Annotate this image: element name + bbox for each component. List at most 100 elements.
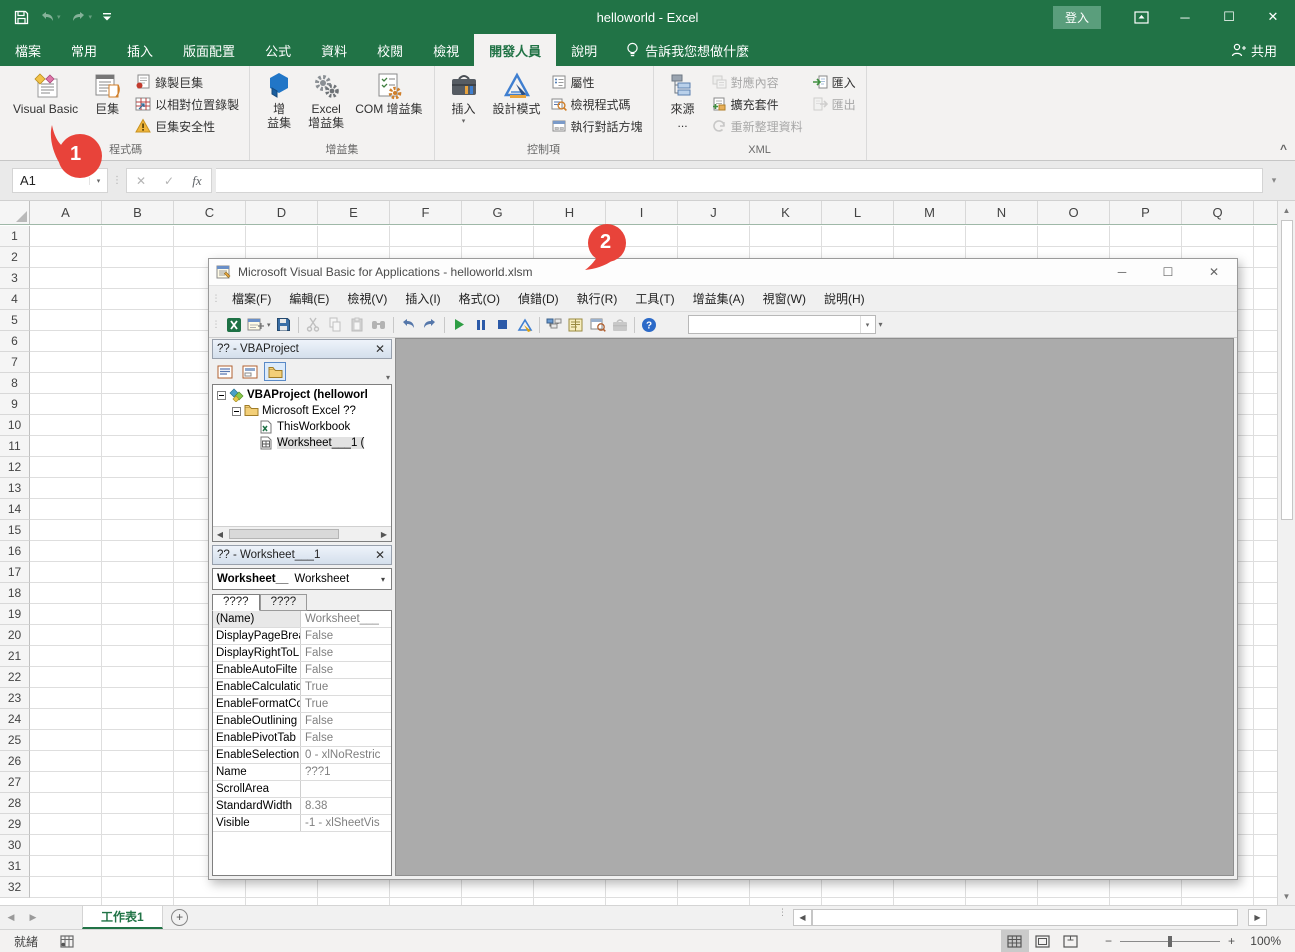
toolbar-overflow-icon[interactable]: ▾ (879, 320, 883, 329)
ribbon-tab-3[interactable]: 版面配置 (168, 34, 250, 66)
formula-input[interactable] (216, 168, 1263, 193)
view-code-icon[interactable] (214, 362, 236, 381)
row-header-9[interactable]: 9 (0, 394, 30, 415)
vba-menu-item-0[interactable]: 檔案(F) (223, 286, 280, 311)
zoom-slider[interactable] (1120, 941, 1220, 942)
record-macro-button[interactable]: 錄製巨集 (131, 71, 243, 93)
zoom-out-icon[interactable]: − (1105, 934, 1112, 948)
row-header-26[interactable]: 26 (0, 751, 30, 772)
view-object-icon[interactable] (239, 362, 261, 381)
row-header-29[interactable]: 29 (0, 814, 30, 835)
scroll-up-icon[interactable]: ▲ (1278, 201, 1295, 219)
scroll-down-icon[interactable]: ▼ (1278, 887, 1295, 905)
zoom-percentage[interactable]: 100% (1235, 934, 1281, 948)
column-header-N[interactable]: N (966, 201, 1038, 224)
property-row-EnableFormatCo[interactable]: EnableFormatCoTrue (213, 696, 391, 713)
insert-function-icon[interactable]: fx (183, 173, 211, 189)
page-layout-view-button[interactable] (1029, 930, 1057, 952)
row-header-8[interactable]: 8 (0, 373, 30, 394)
run-icon[interactable] (449, 315, 469, 335)
row-header-7[interactable]: 7 (0, 352, 30, 373)
column-header-K[interactable]: K (750, 201, 822, 224)
vba-close-button[interactable]: ✕ (1191, 259, 1237, 285)
vba-menu-item-9[interactable]: 視窗(W) (754, 286, 815, 311)
column-header-I[interactable]: I (606, 201, 678, 224)
row-header-22[interactable]: 22 (0, 667, 30, 688)
property-row-EnableSelection[interactable]: EnableSelection0 - xlNoRestric (213, 747, 391, 764)
add-ins-button[interactable]: 增益集 (256, 69, 302, 132)
macros-button[interactable]: 巨集 (84, 69, 130, 118)
maximize-button[interactable]: ☐ (1207, 0, 1251, 34)
insert-userform-icon[interactable] (246, 315, 266, 335)
column-header-L[interactable]: L (822, 201, 894, 224)
column-header-G[interactable]: G (462, 201, 534, 224)
import-button[interactable]: 匯入 (808, 71, 860, 93)
properties-close-icon[interactable]: ✕ (373, 548, 387, 562)
zoom-slider-thumb[interactable] (1168, 936, 1172, 947)
ribbon-tab-9[interactable]: 說明 (556, 34, 612, 66)
property-row-EnableAutoFilte[interactable]: EnableAutoFilteFalse (213, 662, 391, 679)
row-header-5[interactable]: 5 (0, 310, 30, 331)
project-tree-hscrollbar[interactable]: ◀ ▶ (213, 526, 391, 541)
ribbon-tab-2[interactable]: 插入 (112, 34, 168, 66)
vba-title-bar[interactable]: Microsoft Visual Basic for Applications … (209, 259, 1237, 285)
hscroll-right-icon[interactable]: ▶ (1248, 909, 1267, 926)
row-header-28[interactable]: 28 (0, 793, 30, 814)
ribbon-tab-6[interactable]: 校閱 (362, 34, 418, 66)
vba-menu-item-8[interactable]: 增益集(A) (684, 286, 754, 311)
relative-record-button[interactable]: 以相對位置錄製 (131, 93, 243, 115)
properties-window-icon[interactable] (566, 315, 586, 335)
view-code-button[interactable]: 檢視程式碼 (547, 93, 647, 115)
property-row-Name[interactable]: Name???1 (213, 764, 391, 781)
vba-menu-item-7[interactable]: 工具(T) (626, 286, 683, 311)
redo-icon[interactable]: ▾ (71, 11, 93, 24)
vba-menu-item-6[interactable]: 執行(R) (568, 286, 627, 311)
save-icon[interactable] (14, 10, 29, 25)
hscroll-left-icon[interactable]: ◀ (793, 909, 812, 926)
vertical-scrollbar[interactable]: ▲ ▼ (1277, 201, 1295, 905)
sheet-nav-left-icon[interactable]: ◀ (0, 906, 22, 929)
property-row-EnableCalculatio[interactable]: EnableCalculatioTrue (213, 679, 391, 696)
row-header-2[interactable]: 2 (0, 247, 30, 268)
column-header-F[interactable]: F (390, 201, 462, 224)
com-add-ins-button[interactable]: COM 增益集 (350, 69, 427, 118)
tree-scroll-left-icon[interactable]: ◀ (213, 530, 227, 539)
tree-scroll-thumb[interactable] (229, 529, 339, 539)
close-button[interactable]: ✕ (1251, 0, 1295, 34)
toolbar-grip[interactable]: ⋮ (211, 322, 221, 327)
row-header-11[interactable]: 11 (0, 436, 30, 457)
select-all-corner[interactable] (0, 201, 30, 224)
properties-button[interactable]: 屬性 (547, 71, 647, 93)
share-button[interactable]: 共用 (1231, 34, 1295, 66)
project-explorer-icon[interactable] (544, 315, 564, 335)
column-header-E[interactable]: E (318, 201, 390, 224)
cancel-formula-icon[interactable]: ✕ (127, 174, 155, 188)
collapse-node-icon[interactable] (217, 391, 226, 400)
vba-toolbar-combo[interactable]: ▾ (688, 315, 876, 334)
break-icon[interactable] (471, 315, 491, 335)
object-browser-icon[interactable] (588, 315, 608, 335)
macro-record-icon[interactable] (60, 935, 74, 948)
ribbon-tab-5[interactable]: 資料 (306, 34, 362, 66)
ribbon-tab-4[interactable]: 公式 (250, 34, 306, 66)
row-header-31[interactable]: 31 (0, 856, 30, 877)
sheet-nav-right-icon[interactable]: ▶ (22, 906, 44, 929)
property-row-Visible[interactable]: Visible-1 - xlSheetVis (213, 815, 391, 832)
column-header-Q[interactable]: Q (1182, 201, 1254, 224)
combo-dropdown-icon[interactable]: ▾ (860, 316, 875, 333)
property-row-StandardWidth[interactable]: StandardWidth8.38 (213, 798, 391, 815)
row-header-25[interactable]: 25 (0, 730, 30, 751)
project-explorer-title-bar[interactable]: ?? - VBAProject ✕ (212, 339, 392, 359)
row-header-23[interactable]: 23 (0, 688, 30, 709)
row-header-27[interactable]: 27 (0, 772, 30, 793)
row-header-15[interactable]: 15 (0, 520, 30, 541)
design-mode-icon[interactable] (515, 315, 535, 335)
row-header-18[interactable]: 18 (0, 583, 30, 604)
column-header-D[interactable]: D (246, 201, 318, 224)
column-header-B[interactable]: B (102, 201, 174, 224)
row-header-30[interactable]: 30 (0, 835, 30, 856)
vba-menu-item-1[interactable]: 編輯(E) (280, 286, 338, 311)
horizontal-scroll-thumb[interactable] (812, 909, 1238, 926)
column-header-P[interactable]: P (1110, 201, 1182, 224)
property-row-EnableOutlining[interactable]: EnableOutliningFalse (213, 713, 391, 730)
